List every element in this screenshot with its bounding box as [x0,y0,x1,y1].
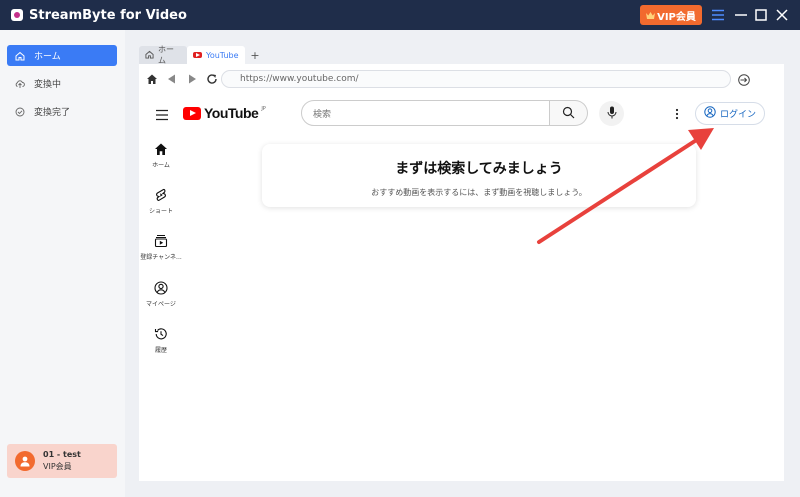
empty-state-card: まずは検索してみましょう おすすめ動画を表示するには、まず動画を視聴しましょう。 [262,144,696,207]
home-icon [154,142,168,156]
search-icon [562,104,575,123]
guide-item-you[interactable]: マイページ [139,281,183,308]
forward-icon[interactable] [185,72,199,86]
more-options-icon[interactable] [672,107,682,121]
check-circle-icon [15,107,25,117]
sidebar-item-home[interactable]: ホーム [7,45,117,66]
region-label: JP [261,106,266,112]
guide-label: 履歴 [154,347,167,354]
youtube-logo[interactable]: YouTube JP [183,105,266,121]
guide-label: ショート [148,208,173,215]
new-tab-button[interactable]: + [245,46,265,64]
youtube-icon [193,52,202,58]
guide-item-history[interactable]: 履歴 [139,327,183,354]
login-label: ログイン [719,110,756,120]
user-name: 01 - test [43,450,81,459]
home-icon[interactable] [145,72,159,86]
voice-search-button[interactable] [599,101,624,126]
user-level: VIP会員 [43,462,72,471]
menu-icon[interactable] [710,7,726,23]
guide-label: ホーム [152,162,170,169]
youtube-header: YouTube JP 検索 ログイン [139,96,784,132]
address-bar[interactable]: https://www.youtube.com/ [221,70,731,88]
vip-button-label: VIP会員 [657,11,696,23]
guide-label: マイページ [146,301,176,308]
guide-item-shorts[interactable]: ショート [139,188,183,215]
history-icon [154,327,168,341]
tab-label: ホーム [158,45,174,65]
sidebar-item-converting[interactable]: 変換中 [7,73,117,94]
reload-icon[interactable] [205,72,219,86]
tab-home[interactable]: ホーム [139,45,187,65]
sidebar-item-label: 変換中 [34,80,62,90]
browser-toolbar: https://www.youtube.com/ [139,66,784,92]
app-title: StreamByte for Video [29,7,187,23]
youtube-logo-text: YouTube [204,105,259,121]
app-sidebar: ホーム 変換中 変換完了 01 - test VIP会員 [0,30,125,497]
embedded-browser: ホーム YouTube + https://www.youtube.com/ Y… [139,44,784,481]
subscriptions-icon [154,234,168,248]
close-icon[interactable] [774,7,790,23]
home-icon [145,50,154,61]
youtube-search-input[interactable]: 検索 [301,100,550,126]
avatar [15,451,35,471]
shorts-icon [154,188,168,202]
app-logo-icon [11,9,23,21]
home-icon [15,51,25,61]
title-bar: StreamByte for Video VIP会員 [0,0,800,30]
account-icon [154,281,168,295]
youtube-icon [183,106,201,120]
cloud-upload-icon [15,79,25,89]
maximize-icon[interactable] [753,7,769,23]
back-icon[interactable] [165,72,179,86]
account-icon [704,106,716,121]
sidebar-item-completed[interactable]: 変換完了 [7,101,117,122]
crown-icon [646,11,656,19]
go-icon[interactable] [737,72,751,86]
tab-strip: ホーム YouTube + [139,44,784,65]
tab-label: YouTube [206,50,239,60]
user-card[interactable]: 01 - test VIP会員 [7,444,117,478]
hamburger-icon[interactable] [155,106,169,121]
sidebar-item-label: 変換完了 [34,108,71,118]
minimize-icon[interactable] [733,7,749,23]
guide-item-subscriptions[interactable]: 登録チャンネ... [139,234,183,261]
search-button[interactable] [550,100,588,126]
guide-item-home[interactable]: ホーム [139,142,183,169]
guide-label: 登録チャンネ... [140,254,182,261]
login-button[interactable]: ログイン [695,102,765,125]
vip-button[interactable]: VIP会員 [640,5,702,25]
empty-state-subtitle: おすすめ動画を表示するには、まず動画を視聴しましょう。 [371,188,587,197]
tab-youtube[interactable]: YouTube [187,46,245,64]
empty-state-title: まずは検索してみましょう [395,161,563,177]
microphone-icon [607,104,617,123]
sidebar-item-label: ホーム [34,52,61,62]
